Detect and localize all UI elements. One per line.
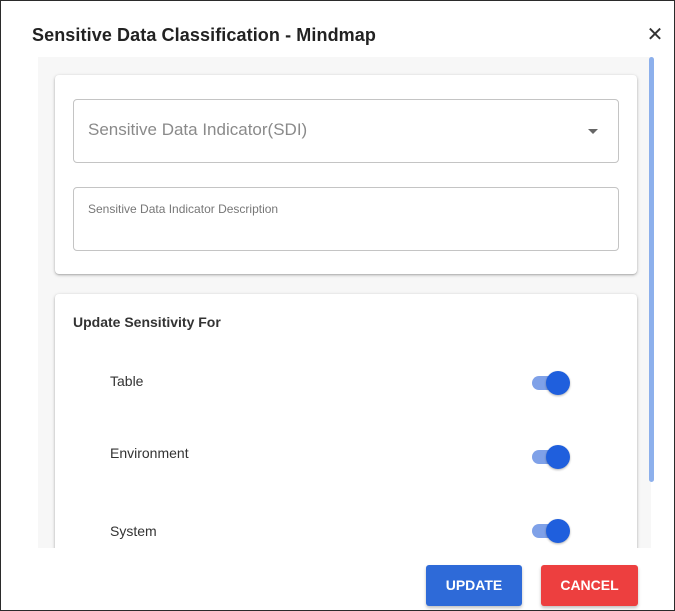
sensitivity-label-table: Table <box>110 373 144 389</box>
toggle-thumb <box>546 371 570 395</box>
cancel-button[interactable]: CANCEL <box>541 565 638 606</box>
dialog-title: Sensitive Data Classification - Mindmap <box>32 25 376 45</box>
sdi-description-placeholder: Sensitive Data Indicator Description <box>88 202 279 216</box>
sensitivity-label-environment: Environment <box>110 445 189 461</box>
update-button[interactable]: UPDATE <box>426 565 522 606</box>
close-icon[interactable]: ✕ <box>643 23 667 47</box>
toggle-thumb <box>546 445 570 469</box>
sdi-placeholder: Sensitive Data Indicator(SDI) <box>88 120 308 139</box>
sdi-description-field[interactable]: Sensitive Data Indicator Description <box>73 187 619 251</box>
caret-down-icon[interactable] <box>588 129 598 134</box>
sensitivity-card: Update Sensitivity For Table Environment… <box>55 294 637 548</box>
sensitivity-label-system: System <box>110 523 157 539</box>
sdi-card: Sensitive Data Indicator(SDI) Sensitive … <box>55 75 637 274</box>
sensitivity-section-title: Update Sensitivity For <box>73 314 221 330</box>
system-toggle[interactable] <box>530 519 570 543</box>
environment-toggle[interactable] <box>530 445 570 469</box>
classification-dialog: Sensitive Data Classification - Mindmap … <box>0 0 675 611</box>
content-scrollbar[interactable] <box>649 57 654 482</box>
dialog-content: Sensitive Data Indicator(SDI) Sensitive … <box>38 57 651 548</box>
sdi-select[interactable]: Sensitive Data Indicator(SDI) <box>73 99 619 163</box>
toggle-thumb <box>546 519 570 543</box>
table-toggle[interactable] <box>530 371 570 395</box>
